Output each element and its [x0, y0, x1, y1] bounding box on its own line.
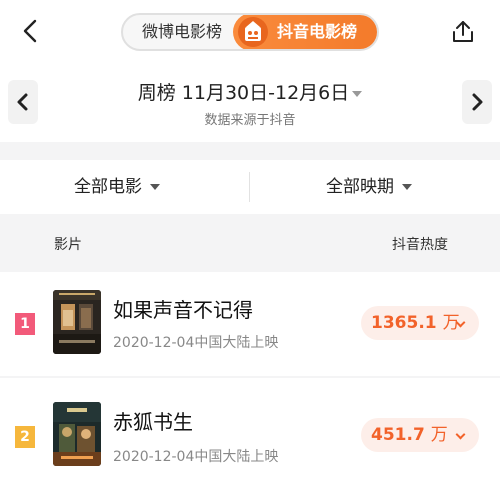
tab-weibo-chart[interactable]: 微博电影榜 [123, 15, 241, 49]
week-selector: 周榜 11月30日-12月6日 数据来源于抖音 [0, 62, 500, 142]
rank-badge: 1 [15, 313, 35, 335]
caret-down-icon [352, 90, 363, 97]
genre-filter-label: 全部电影 [74, 177, 142, 197]
back-button[interactable] [16, 16, 46, 46]
movie-row[interactable]: 1 如果声音不记得 2020-12-04中国大陆上映 1365.1 万 [0, 272, 500, 376]
data-source-note: 数据来源于抖音 [204, 113, 296, 128]
filter-divider [249, 172, 250, 202]
column-film-label: 影片 [54, 237, 82, 253]
share-button[interactable] [448, 16, 478, 46]
movie-row[interactable]: 2 赤狐书生 2020-12-04中国大陆上映 451.7 万 [0, 378, 500, 477]
period-filter-label: 全部映期 [326, 177, 394, 197]
chevron-right-icon [472, 93, 483, 111]
period-filter-dropdown[interactable]: 全部映期 [326, 160, 412, 214]
poster-image [53, 402, 101, 466]
chevron-left-icon [23, 19, 37, 43]
heat-index-button[interactable]: 1365.1 万 [361, 306, 479, 340]
movie-poster[interactable] [53, 290, 101, 354]
top-nav-bar: 微博电影榜 抖音电影榜 [0, 0, 500, 62]
caret-down-icon [150, 184, 160, 190]
douyin-movie-logo-icon [238, 17, 268, 47]
caret-down-icon [402, 184, 412, 190]
heat-index-button[interactable]: 451.7 万 [361, 418, 479, 452]
week-range-label: 周榜 11月30日-12月6日 [137, 82, 350, 104]
movie-title[interactable]: 如果声音不记得 [113, 294, 253, 323]
chevron-down-icon [455, 429, 466, 440]
heat-value: 451.7 [371, 425, 425, 445]
heat-unit: 万 [430, 425, 448, 445]
movie-poster[interactable] [53, 402, 101, 466]
release-date: 2020-12-04中国大陆上映 [113, 335, 279, 351]
week-range-dropdown[interactable]: 周榜 11月30日-12月6日 [0, 78, 500, 105]
poster-image [53, 290, 101, 354]
release-date: 2020-12-04中国大陆上映 [113, 449, 279, 465]
column-heat-label: 抖音热度 [392, 237, 448, 253]
share-icon [453, 21, 473, 42]
chart-source-switch: 微博电影榜 抖音电影榜 [121, 13, 379, 51]
rank-badge: 2 [15, 426, 35, 448]
next-week-button[interactable] [462, 80, 492, 124]
movie-title[interactable]: 赤狐书生 [113, 406, 193, 435]
list-column-header: 影片 抖音热度 [0, 224, 500, 264]
heat-value: 1365.1 [371, 313, 437, 333]
filter-bar: 全部电影 全部映期 [0, 160, 500, 214]
genre-filter-dropdown[interactable]: 全部电影 [74, 160, 160, 214]
